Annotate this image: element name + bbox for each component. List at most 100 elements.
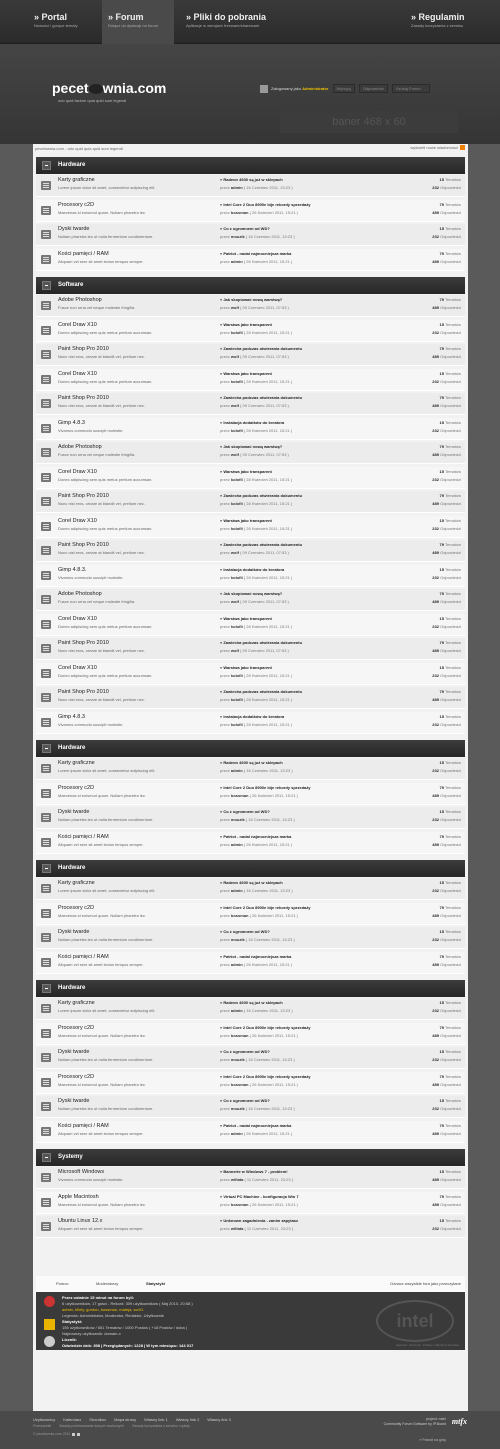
collapse-icon[interactable] bbox=[42, 984, 51, 993]
nav-portal[interactable]: » Portal Nowości i gorące tematy bbox=[28, 0, 78, 44]
tab-moderators[interactable]: Moderatorzy bbox=[96, 1281, 118, 1286]
forum-row[interactable]: Paint Shop Pro 2010 Nunc nisl eros, ornar… bbox=[36, 687, 465, 709]
sponsor-logo[interactable]: intel bbox=[376, 1300, 454, 1342]
forum-name[interactable]: Paint Shop Pro 2010 bbox=[58, 689, 109, 695]
forum-name[interactable]: Procesory c2D bbox=[58, 202, 94, 208]
last-post-author[interactable]: admin bbox=[231, 888, 243, 893]
forum-row[interactable]: Gimp 4.8.3. Vivamus commodo suscipit mole… bbox=[36, 564, 465, 587]
last-post-title[interactable]: » Warstwa jako transparent bbox=[220, 371, 272, 376]
forum-row[interactable]: Paint Shop Pro 2010 Nunc nisl eros, ornar… bbox=[36, 393, 465, 415]
forum-row[interactable]: Karty graficzne Lorem ipsum dolor sit ame… bbox=[36, 998, 465, 1020]
forum-row[interactable]: Karty graficzne Lorem ipsum dolor sit ame… bbox=[36, 758, 465, 780]
last-post-title[interactable]: » Intel Core 2 Duo 8900e bije rekordy sp… bbox=[220, 785, 310, 790]
last-post-title[interactable]: » Virtual PC Machine - konfiguracja Win … bbox=[220, 1194, 299, 1199]
rss-link[interactable]: wyświetl nowe wiadomości bbox=[410, 145, 465, 151]
forum-row[interactable]: Karty graficzne Lorem ipsum dolor sit ame… bbox=[36, 878, 465, 900]
footer-link[interactable]: Własny link 1 bbox=[144, 1417, 168, 1422]
nav-forum[interactable]: » Forum Dołącz do dyskusji na forum bbox=[102, 0, 174, 44]
online-users[interactable]: admin, bilely, gordon, bossman, mateja, … bbox=[62, 1307, 143, 1312]
last-post-author[interactable]: kolofil bbox=[231, 722, 243, 727]
back-to-top-link[interactable]: » Powrót na górę bbox=[419, 1438, 446, 1442]
forum-row[interactable]: Corel Draw X10 Donec adipiscing sem quis … bbox=[36, 319, 465, 342]
forum-row[interactable]: Procesory c2D Maecenas id euismod quam. N… bbox=[36, 902, 465, 925]
last-post-author[interactable]: bossman bbox=[231, 793, 249, 798]
forum-name[interactable]: Apple Macintosh bbox=[58, 1194, 99, 1200]
collapse-icon[interactable] bbox=[42, 161, 51, 170]
footer-link[interactable]: Kalendarz bbox=[63, 1417, 81, 1422]
forum-row[interactable]: Paint Shop Pro 2010 Nunc nisl eros, ornar… bbox=[36, 344, 465, 366]
category-header[interactable]: Hardware bbox=[36, 157, 465, 174]
forum-name[interactable]: Procesory c2D bbox=[58, 1074, 94, 1080]
forum-name[interactable]: Karty graficzne bbox=[58, 880, 95, 886]
forum-name[interactable]: Paint Shop Pro 2010 bbox=[58, 346, 109, 352]
forum-row[interactable]: Microsoft Windows Vivamus commodo suscipi… bbox=[36, 1167, 465, 1189]
last-post-author[interactable]: bossman bbox=[231, 210, 249, 215]
last-post-author[interactable]: mouzik bbox=[231, 234, 245, 239]
forum-name[interactable]: Dyski twarde bbox=[58, 1049, 89, 1055]
category-header[interactable]: Hardware bbox=[36, 980, 465, 997]
last-post-title[interactable]: » Zawiecha podczas otwierania dokumentu bbox=[220, 395, 302, 400]
last-post-author[interactable]: kolofil bbox=[231, 428, 243, 433]
category-header[interactable]: Hardware bbox=[36, 740, 465, 757]
last-post-title[interactable]: » Warstwa jako transparent bbox=[220, 518, 272, 523]
last-post-title[interactable]: » Co z ogromnem od WD? bbox=[220, 1098, 270, 1103]
last-post-author[interactable]: kolofil bbox=[231, 477, 243, 482]
forum-row[interactable]: Kości pamięci / RAM Aliquam vel sem sit a… bbox=[36, 951, 465, 974]
last-post-title[interactable]: » Radeon 4600 są już w sklepach bbox=[220, 1000, 283, 1005]
forum-name[interactable]: Dyski twarde bbox=[58, 929, 89, 935]
forum-row[interactable]: Kości pamięci / RAM Aliquam vel sem sit a… bbox=[36, 248, 465, 271]
last-post-author[interactable]: wolf bbox=[231, 599, 239, 604]
footer-sublink[interactable]: Zasady przetwarzania danych osobowych bbox=[59, 1424, 124, 1428]
footer-link[interactable]: Użytkownicy bbox=[33, 1417, 55, 1422]
last-post-title[interactable]: » Unknown zagadnienia - zanim zapytasz bbox=[220, 1218, 298, 1223]
last-post-author[interactable]: mouzik bbox=[231, 817, 245, 822]
last-post-title[interactable]: » Radeon 4600 są już w sklepach bbox=[220, 760, 283, 765]
forum-name[interactable]: Adobe Photoshop bbox=[58, 444, 102, 450]
last-post-author[interactable]: wifiata bbox=[231, 1226, 243, 1231]
forum-row[interactable]: Gimp 4.8.3 Vivamus commodo suscipit moles… bbox=[36, 711, 465, 734]
last-post-title[interactable]: » Co z ogromnem od WD? bbox=[220, 1049, 270, 1054]
last-post-title[interactable]: » Radeon 4600 są już w sklepach bbox=[220, 880, 283, 885]
last-post-author[interactable]: mouzik bbox=[231, 1057, 245, 1062]
last-post-author[interactable]: wolf bbox=[231, 452, 239, 457]
last-post-title[interactable]: » Zawiecha podczas otwierania dokumentu bbox=[220, 493, 302, 498]
last-post-title[interactable]: » Warstwa jako transparent bbox=[220, 469, 272, 474]
last-post-title[interactable]: » Warstwa jako transparent bbox=[220, 665, 272, 670]
forum-name[interactable]: Corel Draw X10 bbox=[58, 616, 97, 622]
forum-name[interactable]: Procesory c2D bbox=[58, 1025, 94, 1031]
last-post-author[interactable]: mouzik bbox=[231, 937, 245, 942]
tab-help[interactable]: Pomoc bbox=[56, 1281, 68, 1286]
last-post-title[interactable]: » Intel Core 2 Duo 8900e bije rekordy sp… bbox=[220, 1025, 310, 1030]
forum-row[interactable]: Paint Shop Pro 2010 Nunc nisl eros, ornar… bbox=[36, 540, 465, 562]
forum-name[interactable]: Karty graficzne bbox=[58, 177, 95, 183]
forum-name[interactable]: Gimp 4.8.3 bbox=[58, 714, 85, 720]
forum-row[interactable]: Dyski twarde Nullam pharetra leo ut nulla… bbox=[36, 1047, 465, 1069]
nav-downloads[interactable]: » Pliki do pobrania Aplikacje w wersjach … bbox=[180, 0, 266, 44]
collapse-icon[interactable] bbox=[42, 1153, 51, 1162]
last-post-author[interactable]: wifiata bbox=[231, 1177, 243, 1182]
footer-sublink[interactable]: Zasady korzystania z serwisu i opłaty bbox=[132, 1424, 190, 1428]
forum-name[interactable]: Kości pamięci / RAM bbox=[58, 954, 109, 960]
last-post-title[interactable]: » Jak skopiować nową warstwę? bbox=[220, 297, 282, 302]
forum-name[interactable]: Corel Draw X10 bbox=[58, 322, 97, 328]
last-post-author[interactable]: wolf bbox=[231, 305, 239, 310]
last-post-author[interactable]: bossman bbox=[231, 913, 249, 918]
last-post-title[interactable]: » Intel Core 2 Duo 8900e bije rekordy sp… bbox=[220, 1074, 310, 1079]
forum-row[interactable]: Corel Draw X10 Donec adipiscing sem quis … bbox=[36, 368, 465, 391]
forum-name[interactable]: Adobe Photoshop bbox=[58, 297, 102, 303]
forum-row[interactable]: Adobe Photoshop Fusce non urna vel neque … bbox=[36, 589, 465, 611]
mark-all-read-link[interactable]: Oznacz wszystkie fora jako przeczytane bbox=[390, 1281, 461, 1286]
forum-name[interactable]: Procesory c2D bbox=[58, 905, 94, 911]
last-post-title[interactable]: » Instalacja dodatków do kreatora bbox=[220, 420, 284, 425]
forum-row[interactable]: Corel Draw X10 Donec adipiscing sem quis … bbox=[36, 662, 465, 685]
forum-name[interactable]: Microsoft Windows bbox=[58, 1169, 104, 1175]
last-post-author[interactable]: wolf bbox=[231, 648, 239, 653]
ad-banner[interactable]: baner 468 x 60 bbox=[280, 111, 458, 133]
forum-name[interactable]: Gimp 4.8.3 bbox=[58, 420, 85, 426]
last-post-author[interactable]: admin bbox=[231, 1008, 243, 1013]
forum-name[interactable]: Corel Draw X10 bbox=[58, 371, 97, 377]
last-post-author[interactable]: bossman bbox=[231, 1082, 249, 1087]
forum-row[interactable]: Adobe Photoshop Fusce non urna vel neque … bbox=[36, 295, 465, 317]
forum-row[interactable]: Karty graficzne Lorem ipsum dolor sit ame… bbox=[36, 175, 465, 197]
forum-name[interactable]: Corel Draw X10 bbox=[58, 469, 97, 475]
